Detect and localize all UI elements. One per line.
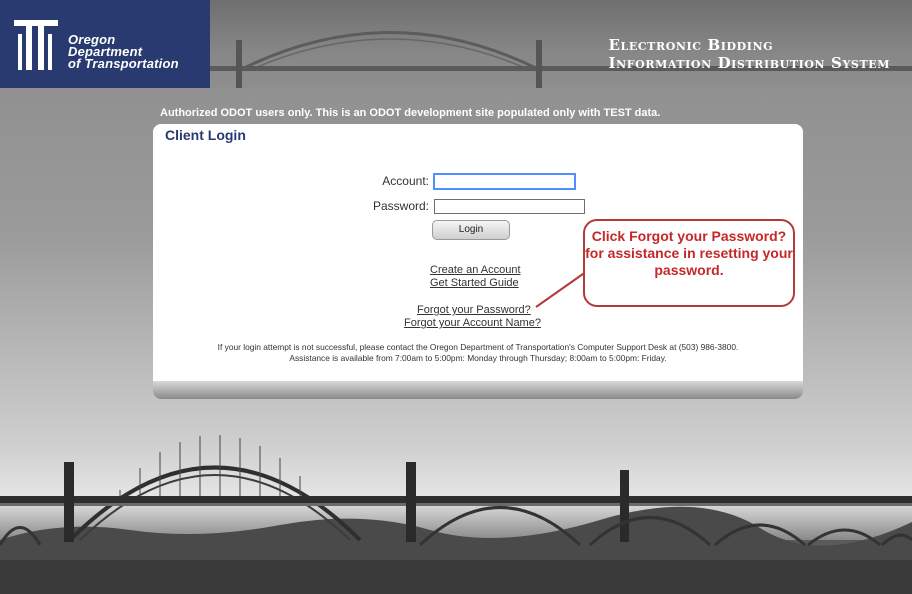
- system-title-line-2: Information Distribution System: [608, 54, 890, 72]
- forgot-account-name-link[interactable]: Forgot your Account Name?: [404, 317, 541, 329]
- authorized-users-notice: Authorized ODOT users only. This is an O…: [160, 107, 661, 119]
- logo-line-3: of Transportation: [68, 56, 179, 71]
- forgot-password-link[interactable]: Forgot your Password?: [417, 304, 531, 316]
- password-label: Password:: [372, 199, 429, 213]
- panel-title: Client Login: [165, 127, 246, 143]
- odot-logo-icon: [14, 20, 58, 70]
- get-started-guide-link[interactable]: Get Started Guide: [430, 277, 519, 289]
- odot-logo[interactable]: Oregon Department of Transportation: [0, 0, 210, 88]
- create-account-link[interactable]: Create an Account: [430, 264, 521, 276]
- logo-text: Oregon Department of Transportation: [68, 33, 179, 71]
- account-label: Account:: [382, 174, 429, 188]
- panel-footer-bar: [153, 381, 803, 399]
- system-title-line-1: Electronic Bidding: [608, 36, 774, 54]
- password-input[interactable]: [434, 199, 585, 214]
- forgot-password-callout: Click Forgot your Password? for assistan…: [583, 219, 795, 307]
- account-input[interactable]: [434, 174, 575, 189]
- login-button[interactable]: Login: [432, 220, 510, 240]
- site-header: Oregon Department of Transportation Elec…: [0, 0, 912, 88]
- system-title: Electronic Bidding Information Distribut…: [608, 36, 890, 72]
- help-line-2: Assistance is available from 7:00am to 5…: [289, 353, 667, 363]
- help-line-1: If your login attempt is not successful,…: [217, 342, 739, 352]
- support-help-text: If your login attempt is not successful,…: [153, 342, 803, 364]
